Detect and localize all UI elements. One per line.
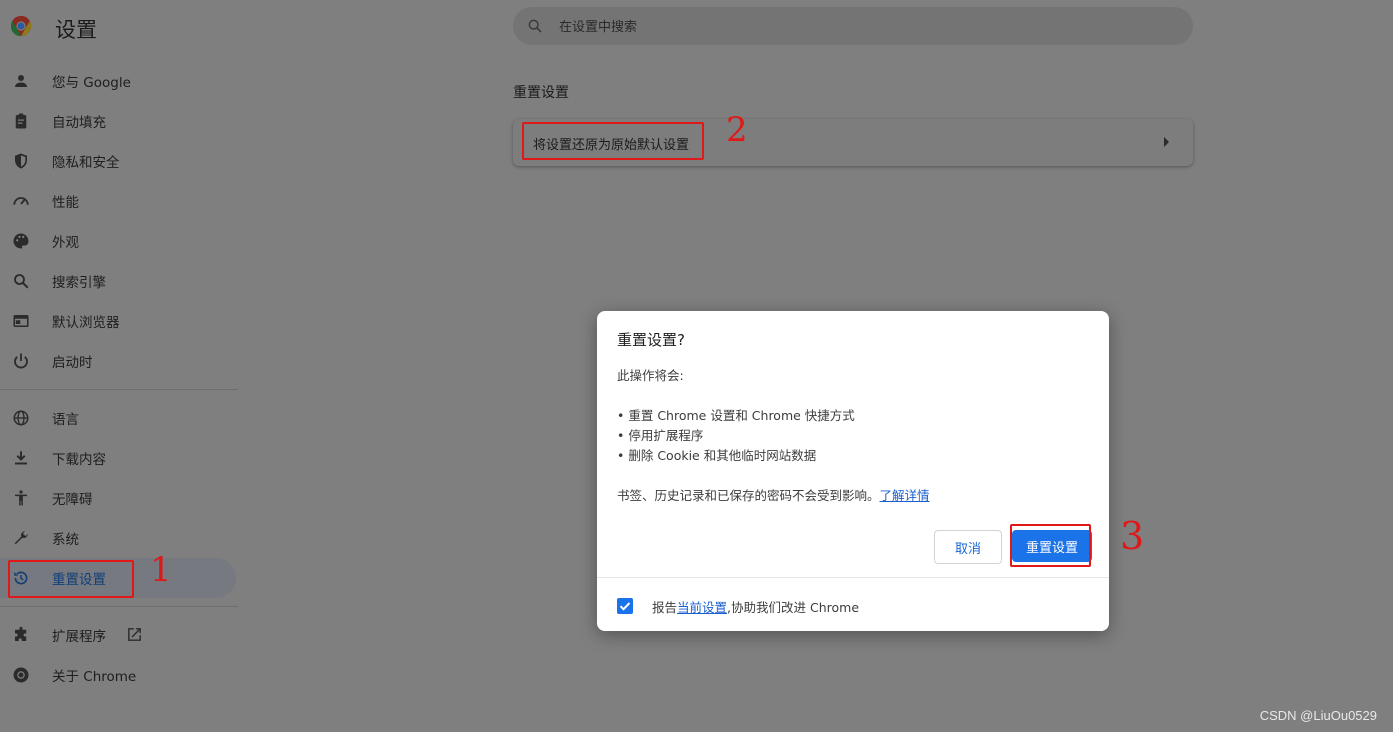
dialog-bullet: • 删除 Cookie 和其他临时网站数据 bbox=[617, 448, 817, 463]
dialog-intro: 此操作将会: bbox=[617, 368, 684, 383]
learn-more-link[interactable]: 了解详情 bbox=[880, 488, 930, 503]
sidebar-item-label: 启动时 bbox=[52, 355, 93, 371]
sidebar-item-autofill[interactable]: 自动填充 bbox=[0, 101, 236, 141]
dialog-footer: 报告当前设置,协助我们改进 Chrome bbox=[597, 577, 1109, 631]
palette-icon bbox=[13, 233, 29, 249]
reset-dialog: 重置设置? 此操作将会: • 重置 Chrome 设置和 Chrome 快捷方式… bbox=[597, 311, 1109, 631]
sidebar-item-on-startup[interactable]: 启动时 bbox=[0, 341, 236, 381]
speedometer-icon bbox=[13, 197, 29, 205]
sidebar-item-label: 您与 Google bbox=[52, 75, 131, 91]
sidebar-item-search-engine[interactable]: 搜索引擎 bbox=[0, 261, 236, 301]
download-icon bbox=[15, 451, 27, 465]
sidebar-divider bbox=[0, 606, 238, 607]
annotation-number-1: 1 bbox=[150, 550, 172, 590]
section-title: 重置设置 bbox=[513, 85, 569, 101]
dialog-bullet: • 重置 Chrome 设置和 Chrome 快捷方式 bbox=[617, 408, 855, 423]
cancel-button[interactable]: 取消 bbox=[934, 530, 1002, 564]
sidebar-divider bbox=[0, 389, 238, 390]
sidebar-item-label: 无障碍 bbox=[52, 492, 93, 508]
search-input[interactable] bbox=[557, 7, 1161, 47]
shield-icon bbox=[15, 153, 27, 169]
globe-icon bbox=[13, 410, 29, 426]
search-box[interactable] bbox=[513, 7, 1193, 47]
dialog-note: 书签、历史记录和已保存的密码不会受到影响。 bbox=[617, 488, 880, 503]
search-icon bbox=[528, 19, 542, 33]
current-settings-link[interactable]: 当前设置 bbox=[677, 600, 727, 615]
sidebar-item-label: 语言 bbox=[52, 412, 79, 428]
person-icon bbox=[15, 75, 27, 87]
sidebar-item-label: 默认浏览器 bbox=[52, 315, 120, 331]
search-icon bbox=[14, 274, 29, 289]
report-text: 报告当前设置,协助我们改进 Chrome bbox=[652, 597, 859, 616]
puzzle-icon bbox=[15, 626, 27, 641]
sidebar-item-about-chrome[interactable]: 关于 Chrome bbox=[0, 655, 236, 695]
watermark: CSDN @LiuOu0529 bbox=[1259, 708, 1377, 723]
sidebar-item-you-and-google[interactable]: 您与 Google bbox=[0, 61, 236, 101]
page-title: 设置 bbox=[55, 18, 97, 42]
sidebar-item-extensions[interactable]: 扩展程序 bbox=[0, 615, 236, 655]
sidebar-item-label: 隐私和安全 bbox=[52, 155, 120, 171]
wrench-icon bbox=[14, 531, 28, 545]
sidebar-item-label: 关于 Chrome bbox=[52, 669, 137, 685]
sidebar-item-performance[interactable]: 性能 bbox=[0, 181, 236, 221]
sidebar-item-label: 外观 bbox=[52, 235, 79, 251]
sidebar-item-languages[interactable]: 语言 bbox=[0, 398, 236, 438]
checkmark-icon bbox=[619, 602, 631, 611]
sidebar-item-label: 扩展程序 bbox=[52, 629, 106, 645]
sidebar-item-accessibility[interactable]: 无障碍 bbox=[0, 478, 236, 518]
annotation-box-3 bbox=[1010, 524, 1091, 567]
sidebar-item-label: 系统 bbox=[52, 532, 79, 548]
dialog-note-line: 书签、历史记录和已保存的密码不会受到影响。了解详情 bbox=[617, 485, 930, 504]
annotation-number-2: 2 bbox=[726, 110, 748, 150]
sidebar-item-system[interactable]: 系统 bbox=[0, 518, 236, 558]
report-checkbox[interactable] bbox=[617, 598, 633, 614]
report-prefix: 报告 bbox=[652, 600, 678, 615]
open-in-new-icon[interactable] bbox=[126, 626, 143, 643]
report-suffix: ,协助我们改进 Chrome bbox=[727, 600, 860, 615]
annotation-box-2 bbox=[522, 122, 704, 160]
sidebar-item-default-browser[interactable]: 默认浏览器 bbox=[0, 301, 236, 341]
dialog-bullet: • 停用扩展程序 bbox=[617, 428, 704, 443]
sidebar-item-appearance[interactable]: 外观 bbox=[0, 221, 236, 261]
accessibility-icon bbox=[15, 490, 27, 506]
sidebar-item-label: 性能 bbox=[52, 195, 79, 211]
power-icon bbox=[14, 353, 28, 369]
chrome-icon bbox=[13, 667, 29, 683]
annotation-number-3: 3 bbox=[1120, 514, 1145, 558]
chrome-logo bbox=[10, 15, 32, 37]
sidebar-item-label: 搜索引擎 bbox=[52, 275, 106, 291]
annotation-box-1 bbox=[8, 560, 134, 598]
sidebar-item-label: 自动填充 bbox=[52, 115, 106, 131]
sidebar-item-privacy[interactable]: 隐私和安全 bbox=[0, 141, 236, 181]
sidebar-item-label: 下载内容 bbox=[52, 452, 106, 468]
clipboard-icon bbox=[15, 113, 27, 129]
arrow-right-icon bbox=[1164, 137, 1169, 147]
dialog-title: 重置设置? bbox=[617, 331, 685, 349]
browser-window-icon bbox=[13, 315, 29, 327]
sidebar-item-downloads[interactable]: 下载内容 bbox=[0, 438, 236, 478]
